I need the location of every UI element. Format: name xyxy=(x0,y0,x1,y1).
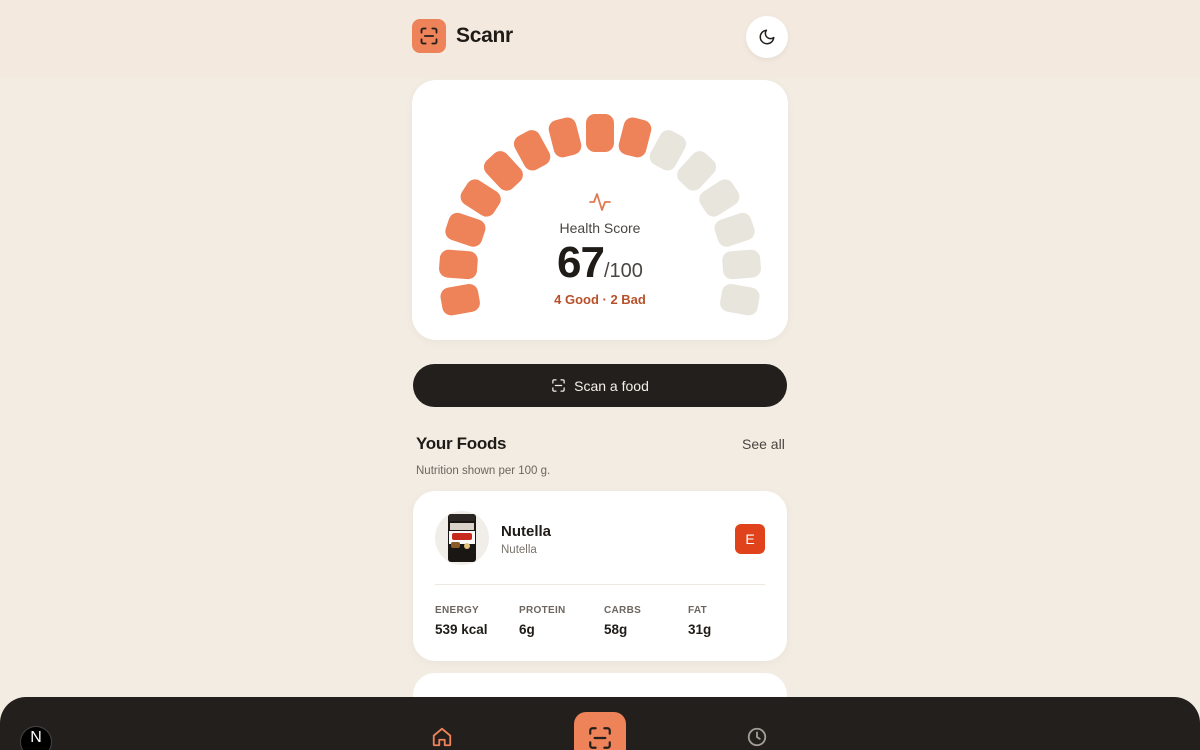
scan-food-button[interactable]: Scan a food xyxy=(413,364,787,407)
gauge-segment-filled xyxy=(548,117,582,158)
bottom-navigation: N xyxy=(0,697,1200,750)
your-foods-heading: Your Foods xyxy=(416,434,507,453)
nutrition-fat: FAT 31g xyxy=(688,605,711,637)
health-score-label: Health Score xyxy=(559,220,641,236)
nutrition-energy: ENERGY 539 kcal xyxy=(435,605,488,637)
home-icon xyxy=(432,727,452,747)
health-score-card: Health Score 67/100 4 Good · 2 Bad xyxy=(412,80,788,340)
scan-food-button-label: Scan a food xyxy=(574,377,649,394)
health-score-max: /100 xyxy=(604,260,643,282)
nutrition-protein: PROTEIN 6g xyxy=(519,605,566,637)
nav-scan-button[interactable] xyxy=(574,712,626,750)
nutrition-label: ENERGY xyxy=(435,605,480,616)
moon-icon xyxy=(759,29,775,45)
theme-toggle-button[interactable] xyxy=(746,16,788,58)
nutrition-note: Nutrition shown per 100 g. xyxy=(416,465,551,477)
food-thumbnail xyxy=(435,511,489,565)
nav-home[interactable] xyxy=(431,726,453,750)
app-title: Scanr xyxy=(456,24,513,47)
gauge-segment-filled xyxy=(586,114,614,152)
app-logo xyxy=(412,19,446,53)
jar-image xyxy=(448,514,476,562)
scan-frame-icon xyxy=(589,727,611,749)
health-score-summary: 4 Good · 2 Bad xyxy=(554,292,646,307)
activity-icon xyxy=(589,193,611,211)
app-header: Scanr xyxy=(412,16,788,58)
scan-frame-icon xyxy=(420,27,438,45)
clock-icon xyxy=(747,727,767,747)
nutrition-label: CARBS xyxy=(604,605,642,616)
nutrition-label: PROTEIN xyxy=(519,605,566,616)
health-score-value: 67 xyxy=(557,238,605,287)
nutrition-carbs: CARBS 58g xyxy=(604,605,641,637)
food-card[interactable]: Nutella Nutella E ENERGY 539 kcal PROTEI… xyxy=(413,491,787,661)
food-brand: Nutella xyxy=(501,544,537,556)
nutrition-value: 539 kcal xyxy=(435,622,488,637)
nutrition-value: 31g xyxy=(688,622,712,637)
see-all-link[interactable]: See all xyxy=(742,436,785,452)
nutrition-value: 6g xyxy=(519,622,535,637)
dev-indicator-badge[interactable]: N xyxy=(20,726,52,750)
card-divider xyxy=(435,584,765,585)
scan-frame-icon xyxy=(552,379,565,392)
food-name: Nutella xyxy=(501,523,552,540)
gauge-segment-filled xyxy=(618,117,652,158)
nutrition-label: FAT xyxy=(688,605,708,616)
nutrition-value: 58g xyxy=(604,622,628,637)
nutri-grade-badge: E xyxy=(735,524,765,554)
nav-history[interactable] xyxy=(746,726,768,750)
health-score-value-row: 67/100 xyxy=(412,238,788,288)
